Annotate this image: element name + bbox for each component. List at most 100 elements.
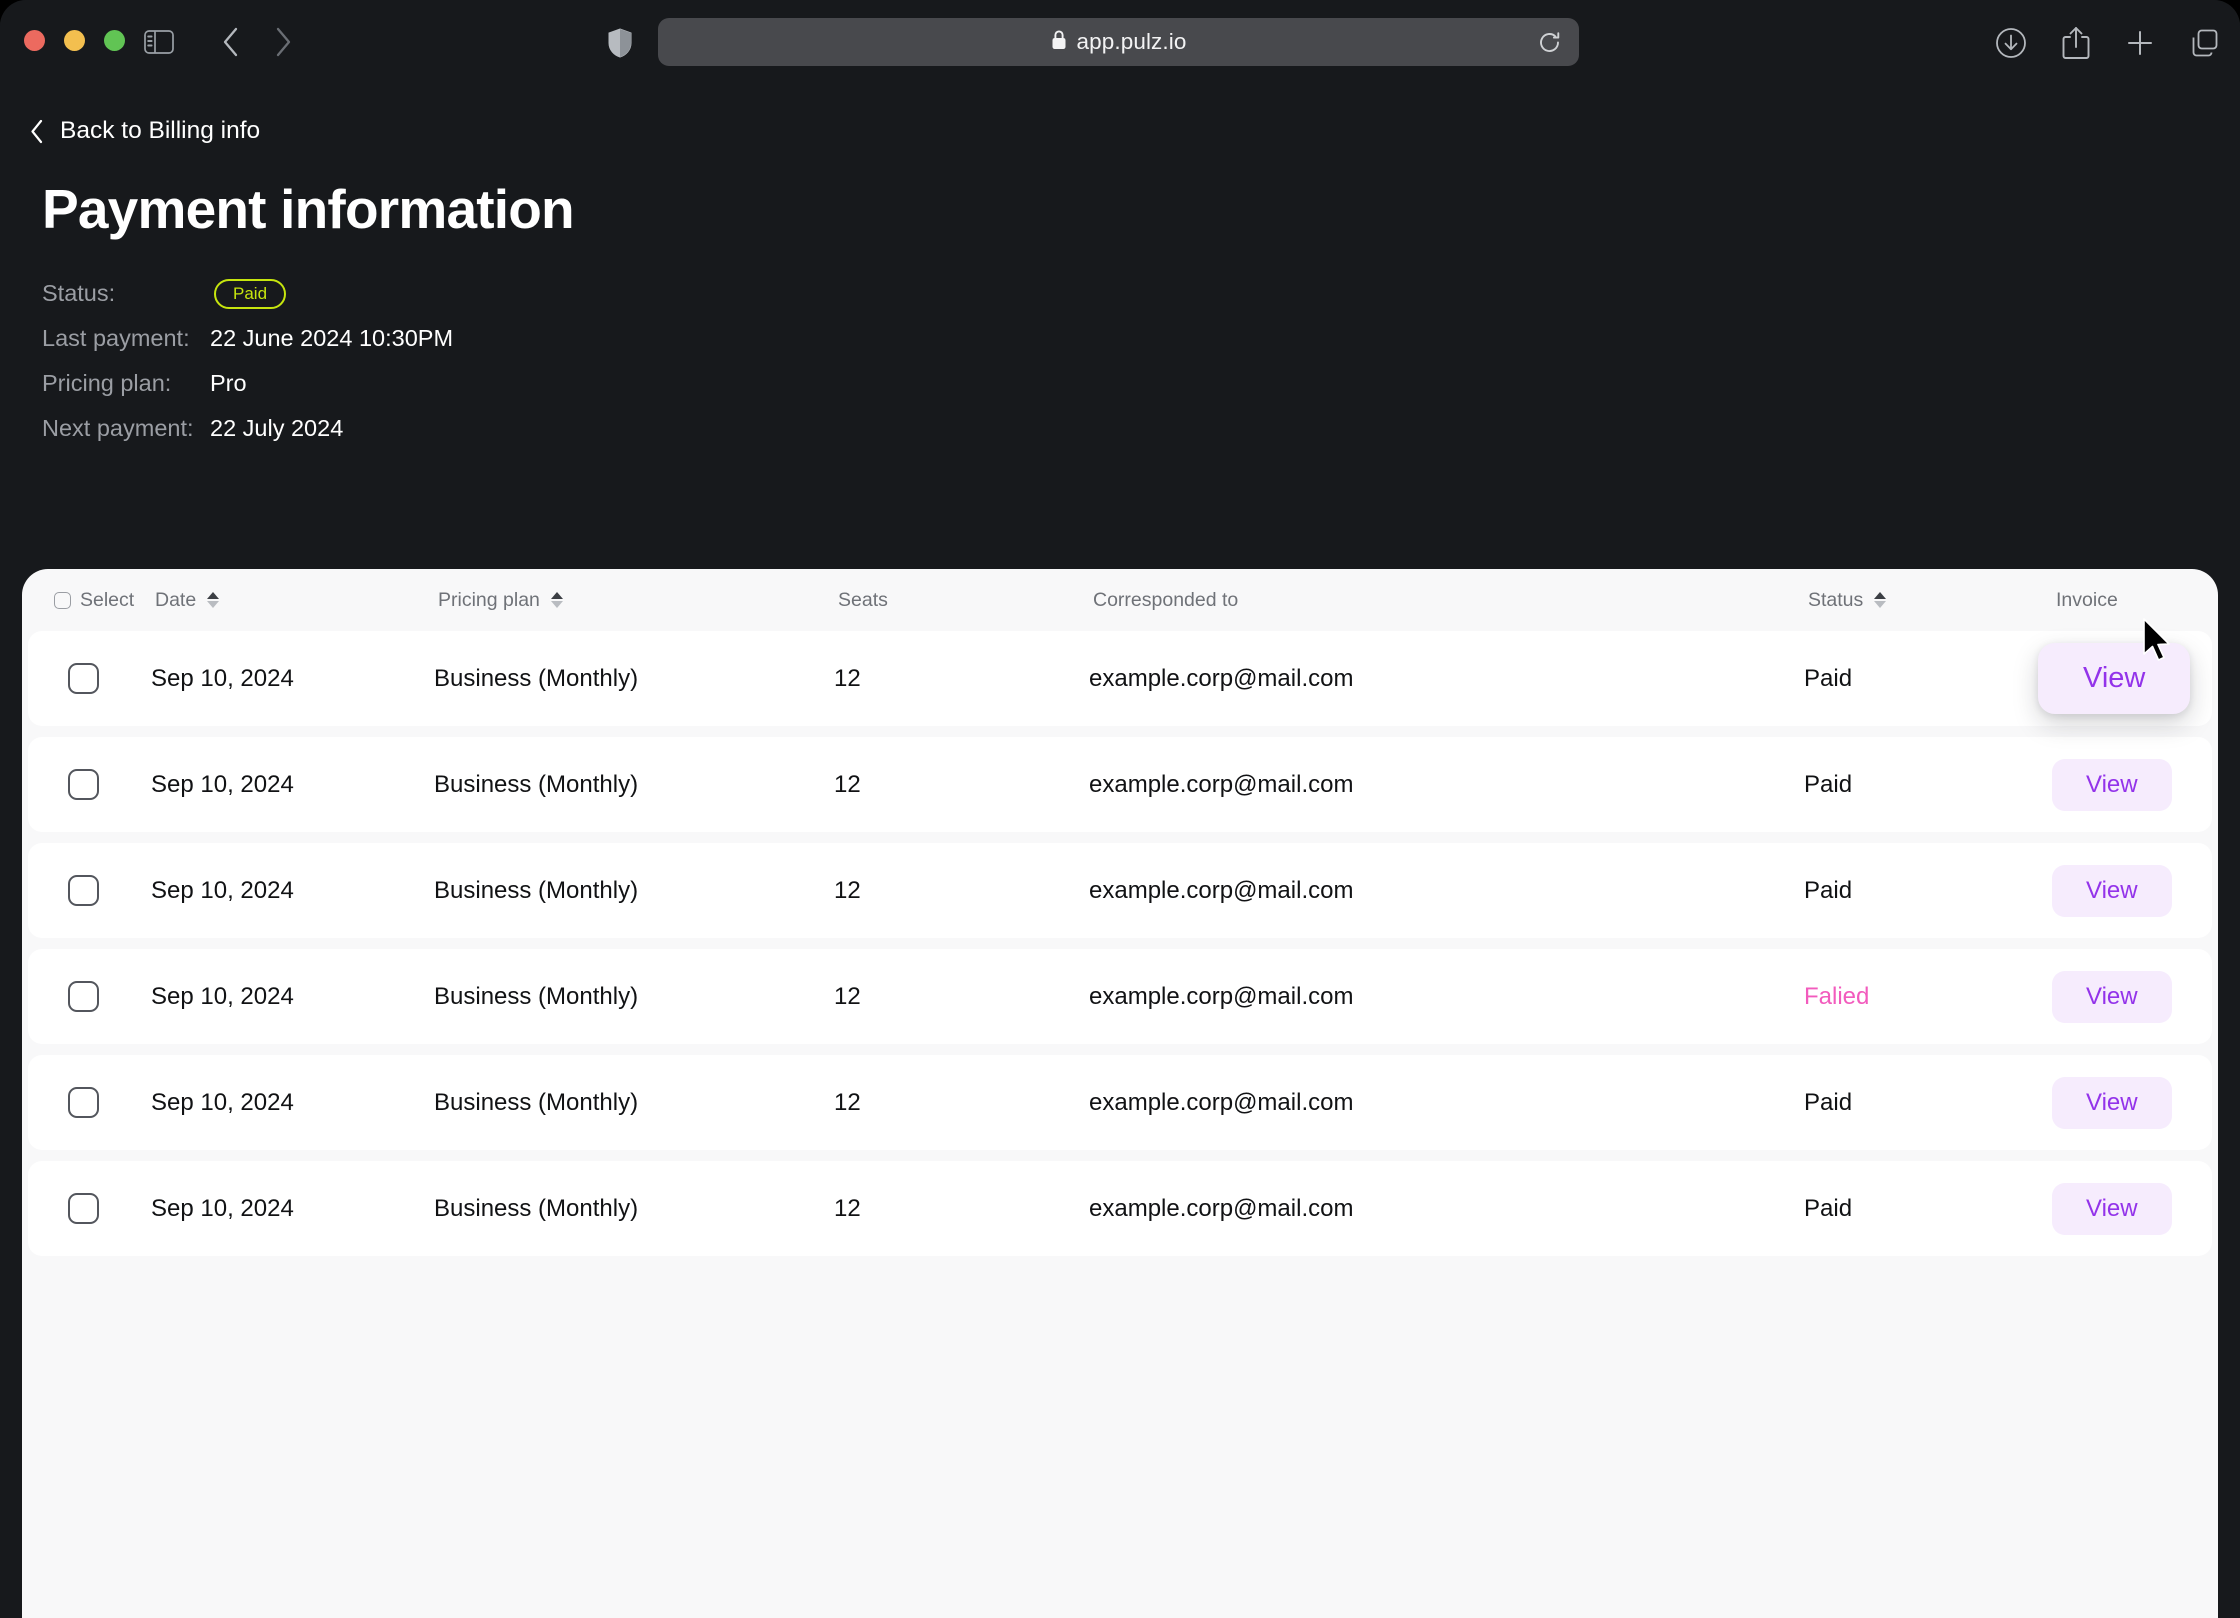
row-checkbox[interactable] <box>68 1087 99 1118</box>
view-invoice-button[interactable]: View <box>2052 864 2172 917</box>
table-row[interactable]: Sep 10, 2024 Business (Monthly) 12 examp… <box>28 1055 2212 1150</box>
row-select-cell[interactable] <box>28 663 151 694</box>
meta-row-pricing-plan: Pricing plan: Pro <box>42 361 453 406</box>
view-invoice-button[interactable]: View <box>2052 758 2172 811</box>
chevron-left-icon[interactable] <box>212 22 248 62</box>
table-row[interactable]: Sep 10, 2024 Business (Monthly) 12 examp… <box>28 843 2212 938</box>
lock-icon <box>1051 29 1067 56</box>
cell-status: Paid <box>1804 876 1853 904</box>
column-header-status-label: Status <box>1808 588 1864 611</box>
view-invoice-button[interactable]: View <box>2038 643 2191 714</box>
meta-label-last-payment: Last payment: <box>42 325 190 351</box>
meta-label-next-payment: Next payment: <box>42 415 194 441</box>
sort-icon[interactable] <box>550 591 563 609</box>
sort-icon[interactable] <box>207 591 220 609</box>
view-invoice-button[interactable]: View <box>2052 970 2172 1023</box>
column-header-date[interactable]: Date <box>155 589 438 612</box>
row-checkbox[interactable] <box>68 663 99 694</box>
cell-seats: 12 <box>834 1088 861 1116</box>
row-checkbox[interactable] <box>68 1193 99 1224</box>
close-window-button[interactable] <box>24 30 45 51</box>
row-select-cell[interactable] <box>28 1087 151 1118</box>
cell-date: Sep 10, 2024 <box>151 664 294 692</box>
meta-label-pricing-plan: Pricing plan: <box>42 370 172 396</box>
cell-corresponded-to: example.corp@mail.com <box>1089 664 1354 692</box>
download-icon[interactable] <box>1992 24 2030 62</box>
cell-status: Paid <box>1804 664 1853 692</box>
table-row[interactable]: Sep 10, 2024 Business (Monthly) 12 examp… <box>28 1161 2212 1256</box>
column-header-corresponded-to: Corresponded to <box>1093 589 1808 612</box>
plus-icon[interactable] <box>2121 24 2159 62</box>
cell-seats: 12 <box>834 664 861 692</box>
cell-corresponded-to: example.corp@mail.com <box>1089 1088 1354 1116</box>
row-checkbox[interactable] <box>68 981 99 1012</box>
cell-date: Sep 10, 2024 <box>151 770 294 798</box>
reload-icon[interactable] <box>1533 26 1565 58</box>
column-header-status[interactable]: Status <box>1808 589 2056 612</box>
column-header-seats-label: Seats <box>838 588 888 611</box>
row-select-cell[interactable] <box>28 981 151 1012</box>
chevron-right-icon[interactable] <box>265 22 301 62</box>
sort-icon[interactable] <box>1874 591 1887 609</box>
column-header-pricing-plan[interactable]: Pricing plan <box>438 589 838 612</box>
row-select-cell[interactable] <box>28 1193 151 1224</box>
cell-corresponded-to: example.corp@mail.com <box>1089 982 1354 1010</box>
select-all-header[interactable]: Select <box>32 589 155 612</box>
column-header-invoice-label: Invoice <box>2056 588 2118 611</box>
share-icon[interactable] <box>2057 24 2095 62</box>
view-invoice-button[interactable]: View <box>2052 1182 2172 1235</box>
cell-pricing-plan: Business (Monthly) <box>434 876 639 904</box>
browser-window: app.pulz.io Back to Billing info Payment… <box>0 0 2240 1618</box>
tab-overview-icon[interactable] <box>2186 24 2224 62</box>
row-checkbox[interactable] <box>68 875 99 906</box>
meta-value-next-payment: 22 July 2024 <box>210 415 344 441</box>
browser-toolbar: app.pulz.io <box>0 0 2240 84</box>
table-row[interactable]: Sep 10, 2024 Business (Monthly) 12 examp… <box>28 949 2212 1044</box>
cell-date: Sep 10, 2024 <box>151 1194 294 1222</box>
address-bar[interactable]: app.pulz.io <box>658 18 1579 66</box>
cell-invoice: View <box>2052 970 2218 1023</box>
page-title: Payment information <box>42 178 575 240</box>
row-checkbox[interactable] <box>68 769 99 800</box>
column-header-corresponded-to-label: Corresponded to <box>1093 588 1239 611</box>
cell-corresponded-to: example.corp@mail.com <box>1089 876 1354 904</box>
cell-corresponded-to: example.corp@mail.com <box>1089 770 1354 798</box>
window-traffic-lights <box>24 30 125 51</box>
chevron-left-icon <box>30 119 44 144</box>
column-header-pricing-plan-label: Pricing plan <box>438 588 540 611</box>
table-body: Sep 10, 2024 Business (Monthly) 12 examp… <box>22 631 2218 1256</box>
meta-label-status: Status: <box>42 280 116 306</box>
cell-corresponded-to: example.corp@mail.com <box>1089 1194 1354 1222</box>
shield-icon[interactable] <box>602 25 638 61</box>
cell-invoice: View <box>2052 758 2218 811</box>
view-invoice-button[interactable]: View <box>2052 1076 2172 1129</box>
payments-table-panel: Select Date Pricing plan Seats Correspon… <box>22 569 2218 1618</box>
back-to-billing-info-link[interactable]: Back to Billing info <box>30 117 260 145</box>
select-all-checkbox[interactable] <box>54 591 71 609</box>
cell-invoice: View <box>2052 1182 2218 1235</box>
cell-pricing-plan: Business (Monthly) <box>434 664 639 692</box>
cell-status: Paid <box>1804 770 1853 798</box>
table-row[interactable]: Sep 10, 2024 Business (Monthly) 12 examp… <box>28 737 2212 832</box>
column-header-invoice: Invoice <box>2056 589 2218 612</box>
address-bar-url: app.pulz.io <box>1076 29 1187 54</box>
cell-invoice: View <box>2052 864 2218 917</box>
column-header-date-label: Date <box>155 588 197 611</box>
minimize-window-button[interactable] <box>64 30 85 51</box>
table-row[interactable]: Sep 10, 2024 Business (Monthly) 12 examp… <box>28 631 2212 726</box>
cell-status: Paid <box>1804 1194 1853 1222</box>
row-select-cell[interactable] <box>28 769 151 800</box>
cell-invoice: View <box>2038 643 2218 714</box>
address-bar-content: app.pulz.io <box>1051 29 1187 56</box>
meta-value-pricing-plan: Pro <box>210 370 247 396</box>
status-badge: Paid <box>214 278 287 309</box>
maximize-window-button[interactable] <box>104 30 125 51</box>
table-header-row: Select Date Pricing plan Seats Correspon… <box>22 569 2218 631</box>
cell-date: Sep 10, 2024 <box>151 876 294 904</box>
sidebar-toggle-icon[interactable] <box>141 24 177 60</box>
back-link-label: Back to Billing info <box>60 117 261 144</box>
row-select-cell[interactable] <box>28 875 151 906</box>
column-header-seats: Seats <box>838 589 1093 612</box>
page-content: Back to Billing info Payment information… <box>0 84 2240 1618</box>
cell-seats: 12 <box>834 876 861 904</box>
